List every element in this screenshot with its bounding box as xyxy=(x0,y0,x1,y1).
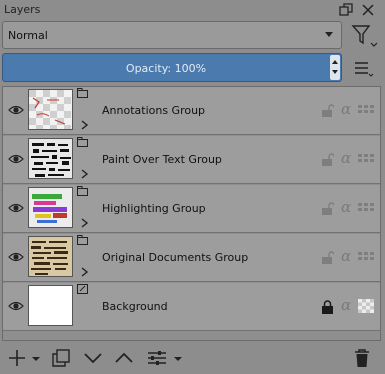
move-layer-up-icon[interactable] xyxy=(113,348,135,368)
layer-name: Original Documents Group xyxy=(102,251,249,264)
hamburger-icon xyxy=(355,62,374,77)
chevron-down-icon[interactable] xyxy=(332,70,338,74)
opacity-slider[interactable]: Opacity: 100% xyxy=(2,53,342,82)
alpha-lock-icon[interactable]: α xyxy=(341,247,351,265)
delete-layer-icon[interactable] xyxy=(352,348,372,368)
blend-mode-select[interactable]: Normal xyxy=(2,21,342,49)
locked-icon[interactable] xyxy=(321,300,334,314)
layer-row[interactable]: Annotations Group α xyxy=(3,87,380,135)
add-layer-icon[interactable] xyxy=(6,348,28,368)
alpha-lock-icon[interactable]: α xyxy=(341,100,351,118)
layers-docker: Layers Normal Opacity: 100% Annotations … xyxy=(0,0,385,374)
properties-menu-icon[interactable] xyxy=(172,348,184,368)
unlocked-icon[interactable] xyxy=(321,153,335,167)
eye-icon[interactable] xyxy=(8,251,24,263)
layer-thumbnail xyxy=(28,138,73,179)
inherit-alpha-icon[interactable] xyxy=(358,201,374,215)
chevron-down-icon xyxy=(325,32,333,37)
layer-thumbnail xyxy=(28,285,73,326)
eye-icon[interactable] xyxy=(8,300,24,312)
float-docker-icon[interactable] xyxy=(338,2,354,18)
layer-thumbnail xyxy=(28,236,73,277)
group-badge-icon xyxy=(77,186,88,196)
filter-button[interactable] xyxy=(350,22,380,48)
layers-toolbar xyxy=(0,342,385,374)
expand-group-icon[interactable] xyxy=(80,120,89,130)
filter-icon xyxy=(351,25,378,47)
opacity-spinbox[interactable] xyxy=(330,55,340,80)
blend-mode-value: Normal xyxy=(8,29,48,42)
layers-list: Annotations Group α Paint Over Text Grou… xyxy=(2,86,381,341)
docker-title: Layers xyxy=(4,3,41,16)
layer-thumbnail xyxy=(28,89,73,130)
eye-icon[interactable] xyxy=(8,104,24,116)
alpha-lock-icon[interactable]: α xyxy=(341,149,351,167)
duplicate-layer-icon[interactable] xyxy=(50,348,72,368)
unlocked-icon[interactable] xyxy=(321,104,335,118)
layer-name: Annotations Group xyxy=(102,104,206,117)
group-badge-icon xyxy=(77,137,88,147)
layer-name: Background xyxy=(102,300,168,313)
unlocked-icon[interactable] xyxy=(321,202,335,216)
layer-properties-icon[interactable] xyxy=(146,348,170,368)
layer-row[interactable]: Highlighting Group α xyxy=(3,185,380,233)
layer-row[interactable]: Original Documents Group α xyxy=(3,234,380,282)
add-layer-menu-icon[interactable] xyxy=(30,348,42,368)
layer-thumbnail xyxy=(28,187,73,228)
move-layer-down-icon[interactable] xyxy=(82,348,104,368)
expand-group-icon[interactable] xyxy=(80,218,89,228)
docker-titlebar: Layers xyxy=(0,0,385,20)
expand-group-icon[interactable] xyxy=(80,169,89,179)
layer-row[interactable]: Paint Over Text Group α xyxy=(3,136,380,184)
unlocked-icon[interactable] xyxy=(321,251,335,265)
paint-layer-badge-icon xyxy=(77,284,88,294)
alpha-lock-icon[interactable]: α xyxy=(341,198,351,216)
layer-name: Paint Over Text Group xyxy=(102,153,222,166)
alpha-lock-icon[interactable]: α xyxy=(341,296,351,314)
eye-icon[interactable] xyxy=(8,153,24,165)
layer-name: Highlighting Group xyxy=(102,202,206,215)
inherit-alpha-icon[interactable] xyxy=(358,250,374,264)
group-badge-icon xyxy=(77,88,88,98)
eye-icon[interactable] xyxy=(8,202,24,214)
inherit-alpha-icon[interactable] xyxy=(358,152,374,166)
group-badge-icon xyxy=(77,235,88,245)
transparency-checker-icon[interactable] xyxy=(358,299,374,313)
layer-options-button[interactable] xyxy=(352,58,374,78)
chevron-up-icon[interactable] xyxy=(332,60,338,64)
layer-row[interactable]: Background α xyxy=(3,283,380,331)
inherit-alpha-icon[interactable] xyxy=(358,103,374,117)
opacity-label: Opacity: 100% xyxy=(125,62,207,75)
expand-group-icon[interactable] xyxy=(80,267,89,277)
close-icon[interactable] xyxy=(360,2,376,18)
